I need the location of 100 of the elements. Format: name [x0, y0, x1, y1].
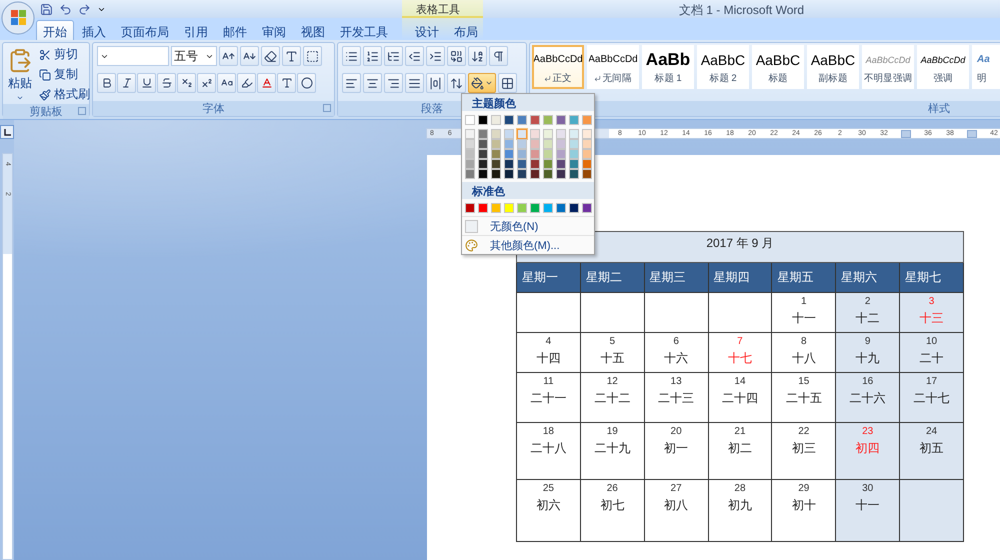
color-swatch[interactable] [517, 149, 527, 159]
clipboard-command[interactable]: 复制 [37, 66, 92, 83]
color-swatch[interactable] [556, 115, 566, 125]
style-gallery-item[interactable]: Aa 明 [972, 45, 1000, 89]
dialog-launcher-icon[interactable] [323, 104, 331, 112]
color-swatch[interactable] [504, 149, 514, 159]
ribbon-tab[interactable]: 插入 [75, 20, 113, 40]
color-swatch[interactable] [556, 129, 566, 139]
color-swatch[interactable] [556, 159, 566, 169]
color-swatch[interactable] [582, 115, 592, 125]
superscript-button[interactable] [197, 73, 216, 93]
highlighter-button[interactable] [237, 73, 256, 93]
color-swatch[interactable] [478, 203, 488, 213]
ribbon-tab[interactable]: 开始 [36, 20, 74, 40]
justify-button[interactable] [405, 73, 424, 93]
style-gallery-item[interactable]: AaBbC 副标题 [807, 45, 859, 89]
color-swatch[interactable] [504, 115, 514, 125]
bullets-button[interactable] [342, 46, 361, 66]
change-case-button[interactable] [217, 73, 236, 93]
color-swatch[interactable] [543, 203, 553, 213]
color-swatch[interactable] [465, 129, 475, 139]
color-swatch[interactable] [465, 139, 475, 149]
asian-layout-button[interactable] [447, 46, 466, 66]
color-swatch[interactable] [491, 129, 501, 139]
align-center-button[interactable] [363, 73, 382, 93]
color-swatch[interactable] [530, 149, 540, 159]
color-swatch[interactable] [478, 149, 488, 159]
color-swatch[interactable] [504, 169, 514, 179]
tab-selector-button[interactable] [0, 125, 14, 139]
color-swatch[interactable] [491, 139, 501, 149]
color-swatch[interactable] [465, 115, 475, 125]
style-gallery-item[interactable]: AaBbCcDd 强调 [917, 45, 969, 89]
color-swatch[interactable] [517, 169, 527, 179]
align-left-button[interactable] [342, 73, 361, 93]
character-border-button[interactable] [303, 46, 322, 66]
color-swatch[interactable] [543, 149, 553, 159]
color-swatch[interactable] [478, 129, 488, 139]
ribbon-tab[interactable]: 设计 [408, 20, 446, 40]
column-marker-icon[interactable] [901, 130, 911, 138]
clear-format-button[interactable] [261, 46, 280, 66]
numbering-button[interactable] [363, 46, 382, 66]
dialog-launcher-icon[interactable] [78, 107, 86, 115]
paragraph-mark-button[interactable] [489, 46, 508, 66]
clipboard-command[interactable]: 格式刷 [37, 86, 92, 103]
ribbon-tab[interactable]: 开发工具 [333, 20, 395, 40]
bold-button[interactable] [97, 73, 116, 93]
ribbon-tab[interactable]: 布局 [447, 20, 485, 40]
color-swatch[interactable] [556, 203, 566, 213]
enclose-character-button[interactable] [297, 73, 316, 93]
increase-indent-button[interactable] [426, 46, 445, 66]
color-swatch[interactable] [465, 159, 475, 169]
color-swatch[interactable] [478, 139, 488, 149]
color-swatch[interactable] [582, 129, 592, 139]
color-swatch[interactable] [556, 149, 566, 159]
font-color-button[interactable] [257, 73, 276, 93]
shrink-font-button[interactable] [240, 46, 259, 66]
character-shading-button[interactable] [277, 73, 296, 93]
color-swatch[interactable] [504, 139, 514, 149]
style-gallery-item[interactable]: AaBb 标题 1 [642, 45, 694, 89]
color-swatch[interactable] [491, 169, 501, 179]
color-swatch[interactable] [517, 203, 527, 213]
color-swatch[interactable] [569, 149, 579, 159]
color-swatch[interactable] [543, 115, 553, 125]
color-swatch[interactable] [504, 129, 514, 139]
color-swatch[interactable] [517, 115, 527, 125]
style-gallery-item[interactable]: AaBbC 标题 [752, 45, 804, 89]
color-swatch[interactable] [465, 149, 475, 159]
font-name-field[interactable] [97, 46, 169, 66]
color-swatch[interactable] [504, 159, 514, 169]
color-swatch[interactable] [491, 149, 501, 159]
color-swatch[interactable] [517, 139, 527, 149]
clipboard-command[interactable]: 剪切 [37, 46, 92, 63]
style-gallery-item[interactable]: AaBbC 标题 2 [697, 45, 749, 89]
style-gallery-item[interactable]: AaBbCcDd 不明显强调 [862, 45, 914, 89]
grow-font-button[interactable] [219, 46, 238, 66]
color-swatch[interactable] [478, 169, 488, 179]
align-right-button[interactable] [384, 73, 403, 93]
color-swatch[interactable] [543, 139, 553, 149]
color-swatch[interactable] [517, 159, 527, 169]
italic-button[interactable] [117, 73, 136, 93]
phonetic-guide-button[interactable] [282, 46, 301, 66]
color-swatch[interactable] [556, 139, 566, 149]
distributed-button[interactable] [426, 73, 445, 93]
paste-button[interactable]: 粘贴 [7, 46, 33, 104]
color-swatch[interactable] [569, 203, 579, 213]
color-swatch[interactable] [504, 203, 514, 213]
color-swatch[interactable] [530, 115, 540, 125]
ribbon-tab[interactable]: 引用 [177, 20, 215, 40]
column-marker-icon[interactable] [967, 130, 977, 138]
color-swatch[interactable] [569, 159, 579, 169]
color-swatch[interactable] [543, 169, 553, 179]
color-swatch[interactable] [530, 169, 540, 179]
color-swatch[interactable] [582, 149, 592, 159]
color-swatch[interactable] [569, 129, 579, 139]
color-swatch[interactable] [517, 129, 527, 139]
color-swatch[interactable] [530, 129, 540, 139]
color-swatch[interactable] [582, 159, 592, 169]
color-swatch[interactable] [530, 159, 540, 169]
strikethrough-button[interactable] [157, 73, 176, 93]
font-size-field[interactable]: 五号 [171, 46, 217, 66]
